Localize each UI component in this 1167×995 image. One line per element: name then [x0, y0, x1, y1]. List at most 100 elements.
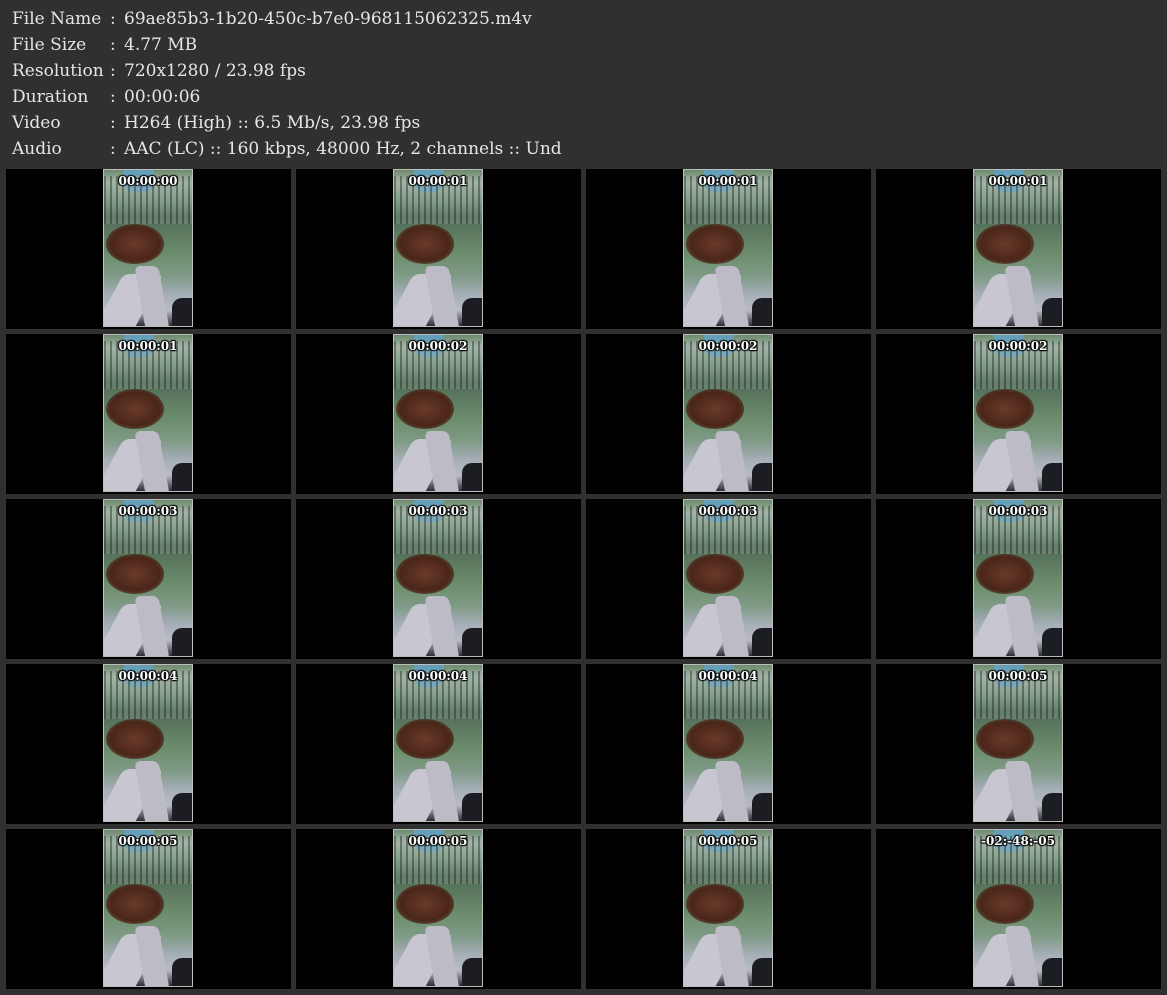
frame-shape-dark — [462, 628, 482, 656]
thumbnail-timestamp: 00:00:02 — [408, 339, 468, 353]
thumbnail-timestamp: 00:00:05 — [698, 834, 758, 848]
thumbnail-cell: 00:00:05 — [6, 829, 291, 989]
frame-shape-hair — [106, 554, 164, 594]
frame-shape-hair — [686, 719, 744, 759]
frame-shape-dark — [752, 298, 772, 326]
thumbnail-timestamp: 00:00:04 — [118, 669, 178, 683]
frame-shape-dark — [172, 793, 192, 821]
thumbnail-cell: 00:00:03 — [586, 499, 871, 659]
thumbnail-timestamp: -02:-48:-05 — [981, 834, 1055, 848]
video-frame-thumbnail — [973, 169, 1063, 327]
frame-shape-hair — [976, 224, 1034, 264]
info-label: File Name — [12, 9, 102, 29]
frame-shape-hair — [396, 554, 454, 594]
thumbnail-timestamp: 00:00:01 — [408, 174, 468, 188]
thumbnail-timestamp: 00:00:04 — [408, 669, 468, 683]
thumbnail-cell: 00:00:05 — [296, 829, 581, 989]
info-label: Audio — [12, 139, 62, 159]
frame-shape-hair — [396, 719, 454, 759]
frame-shape-hair — [686, 554, 744, 594]
info-label: Video — [12, 113, 61, 133]
info-separator: : — [110, 87, 116, 107]
thumbnail-cell: 00:00:00 — [6, 169, 291, 329]
video-frame-thumbnail — [393, 664, 483, 822]
frame-shape-hair — [976, 389, 1034, 429]
thumbnail-timestamp: 00:00:05 — [988, 669, 1048, 683]
video-frame-thumbnail — [393, 499, 483, 657]
frame-shape-dark — [1042, 298, 1062, 326]
thumbnail-cell: 00:00:05 — [876, 664, 1161, 824]
video-frame-thumbnail — [683, 499, 773, 657]
frame-shape-hair — [976, 884, 1034, 924]
thumbnail-cell: 00:00:03 — [876, 499, 1161, 659]
frame-shape-hair — [106, 719, 164, 759]
frame-shape-hair — [396, 389, 454, 429]
thumbnail-cell: 00:00:04 — [296, 664, 581, 824]
frame-shape-dark — [462, 463, 482, 491]
video-frame-thumbnail — [683, 169, 773, 327]
thumbnail-timestamp: 00:00:01 — [988, 174, 1048, 188]
thumbnail-cell: 00:00:05 — [586, 829, 871, 989]
frame-shape-dark — [752, 628, 772, 656]
info-value: 00:00:06 — [124, 87, 201, 107]
frame-shape-hair — [396, 224, 454, 264]
info-value: 69ae85b3-1b20-450c-b7e0-968115062325.m4v — [124, 9, 532, 29]
frame-shape-hair — [976, 719, 1034, 759]
frame-shape-hair — [686, 884, 744, 924]
video-frame-thumbnail — [973, 334, 1063, 492]
thumbnail-cell: 00:00:02 — [296, 334, 581, 494]
frame-shape-dark — [752, 958, 772, 986]
frame-shape-dark — [172, 463, 192, 491]
video-frame-thumbnail — [103, 664, 193, 822]
frame-shape-hair — [106, 884, 164, 924]
frame-shape-hair — [686, 389, 744, 429]
thumbnail-cell: 00:00:03 — [6, 499, 291, 659]
video-frame-thumbnail — [683, 664, 773, 822]
thumbnail-timestamp: 00:00:03 — [988, 504, 1048, 518]
thumbnail-cell: 00:00:02 — [876, 334, 1161, 494]
thumbnail-timestamp: 00:00:02 — [698, 339, 758, 353]
thumbnail-timestamp: 00:00:01 — [698, 174, 758, 188]
info-label: Resolution — [12, 61, 104, 81]
video-frame-thumbnail — [973, 499, 1063, 657]
video-frame-thumbnail — [103, 829, 193, 987]
thumbnail-cell: 00:00:04 — [6, 664, 291, 824]
frame-shape-dark — [752, 793, 772, 821]
info-separator: : — [110, 9, 116, 29]
frame-shape-hair — [106, 389, 164, 429]
thumbnail-timestamp: 00:00:04 — [698, 669, 758, 683]
info-value: AAC (LC) :: 160 kbps, 48000 Hz, 2 channe… — [124, 139, 562, 159]
video-frame-thumbnail — [393, 829, 483, 987]
info-row-file-size: File Size : 4.77 MB — [12, 32, 1152, 58]
video-frame-thumbnail — [683, 829, 773, 987]
thumbnail-cell: 00:00:02 — [586, 334, 871, 494]
thumbnail-timestamp: 00:00:02 — [988, 339, 1048, 353]
info-separator: : — [110, 139, 116, 159]
info-value: H264 (High) :: 6.5 Mb/s, 23.98 fps — [124, 113, 421, 133]
thumbnail-timestamp: 00:00:01 — [118, 339, 178, 353]
thumbnail-cell: 00:00:01 — [586, 169, 871, 329]
thumbnail-timestamp: 00:00:03 — [408, 504, 468, 518]
thumbnail-cell: -02:-48:-05 — [876, 829, 1161, 989]
video-frame-thumbnail — [103, 169, 193, 327]
info-row-duration: Duration : 00:00:06 — [12, 84, 1152, 110]
info-separator: : — [110, 61, 116, 81]
info-row-file-name: File Name : 69ae85b3-1b20-450c-b7e0-9681… — [12, 6, 1152, 32]
info-row-audio: Audio : AAC (LC) :: 160 kbps, 48000 Hz, … — [12, 136, 1152, 162]
video-frame-thumbnail — [973, 829, 1063, 987]
video-frame-thumbnail — [103, 334, 193, 492]
thumbnail-cell: 00:00:01 — [876, 169, 1161, 329]
thumbnail-timestamp: 00:00:05 — [118, 834, 178, 848]
frame-shape-dark — [1042, 958, 1062, 986]
video-frame-thumbnail — [103, 499, 193, 657]
thumbnail-cell: 00:00:01 — [6, 334, 291, 494]
frame-shape-dark — [1042, 463, 1062, 491]
info-label: Duration — [12, 87, 89, 107]
frame-shape-hair — [686, 224, 744, 264]
thumbnail-cell: 00:00:01 — [296, 169, 581, 329]
video-frame-thumbnail — [393, 169, 483, 327]
frame-shape-dark — [462, 958, 482, 986]
frame-shape-dark — [752, 463, 772, 491]
thumbnail-grid: 00:00:00 00:00:01 00:00:01 00:00:01 00:00:01… — [6, 169, 1162, 991]
frame-shape-dark — [172, 958, 192, 986]
